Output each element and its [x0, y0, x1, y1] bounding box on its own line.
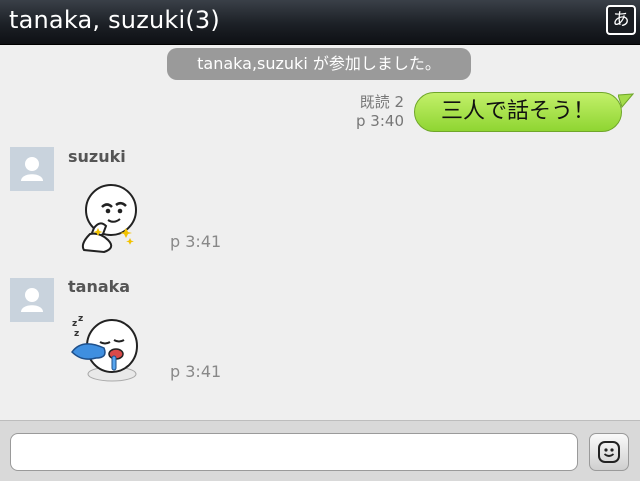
avatar[interactable]: [10, 147, 54, 191]
chat-title: tanaka, suzuki(3): [9, 6, 220, 34]
message-time: p 3:40: [356, 112, 404, 130]
outgoing-message-bubble[interactable]: 三人で話そう！: [414, 92, 622, 132]
smiley-icon: [598, 441, 620, 463]
svg-text:z: z: [78, 314, 83, 324]
svg-text:z: z: [74, 329, 79, 339]
message-time: p 3:41: [170, 232, 222, 251]
message-input[interactable]: [10, 433, 578, 471]
ime-mode-button[interactable]: あ: [606, 5, 636, 35]
read-status: 既読 2: [359, 93, 404, 111]
bubble-tail-icon: [618, 93, 634, 109]
person-silhouette-icon: [10, 147, 54, 191]
composer-bar: [0, 420, 640, 481]
emoji-button[interactable]: [589, 433, 629, 471]
sleeping-drool-sticker[interactable]: z z z: [68, 312, 144, 384]
sender-name: tanaka: [68, 277, 131, 296]
svg-text:z: z: [72, 319, 77, 329]
sender-name: suzuki: [68, 147, 126, 166]
person-silhouette-icon: [10, 278, 54, 322]
message-time: p 3:41: [170, 362, 222, 381]
title-bar: tanaka, suzuki(3) あ: [0, 0, 640, 45]
smirk-pointing-sticker[interactable]: [78, 180, 144, 254]
avatar[interactable]: [10, 278, 54, 322]
system-message-badge: tanaka,suzuki が参加しました。: [167, 48, 471, 80]
